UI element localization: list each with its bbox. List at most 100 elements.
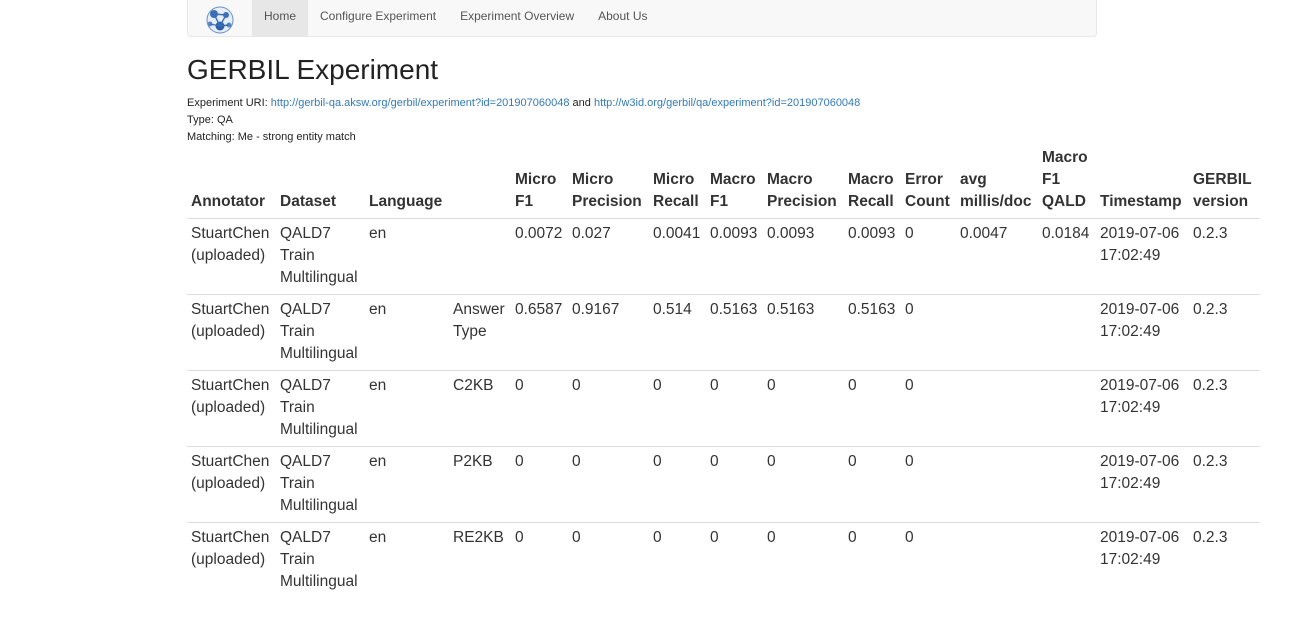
- table-cell: 2019-07-06 17:02:49: [1096, 370, 1189, 447]
- table-cell: en: [369, 529, 387, 546]
- column-header: Language: [365, 145, 449, 219]
- table-cell: 0: [568, 370, 649, 447]
- table-cell: en: [365, 370, 449, 447]
- table-cell: 0: [568, 446, 649, 523]
- table-cell: 0.0072: [511, 218, 568, 295]
- experiment-uri-line: Experiment URI: http://gerbil-qa.aksw.or…: [187, 95, 1262, 112]
- table-cell: StuartChen (uploaded): [187, 218, 276, 295]
- nav-item-about-us[interactable]: About Us: [586, 0, 659, 36]
- table-cell: 2019-07-06 17:02:49: [1096, 446, 1189, 523]
- table-cell: en: [365, 218, 449, 295]
- table-cell: [1038, 446, 1096, 523]
- table-cell: 0.027: [568, 218, 649, 295]
- table-cell: en: [365, 446, 449, 523]
- table-cell: [449, 218, 511, 295]
- table-cell: 0: [763, 446, 844, 523]
- experiment-uri-link-1[interactable]: http://gerbil-qa.aksw.org/gerbil/experim…: [271, 97, 570, 109]
- column-header: Dataset: [276, 145, 365, 219]
- table-cell: QALD7 Train Multilingual: [276, 446, 365, 523]
- table-cell: QALD7 Train Multilingual: [276, 294, 365, 371]
- table-cell: 0.6587: [511, 294, 568, 371]
- table-cell: 0.2.3: [1189, 446, 1260, 523]
- table-cell: [956, 523, 1038, 599]
- table-cell: 0: [649, 370, 706, 447]
- column-header: Macro Recall: [844, 145, 901, 219]
- table-cell: Answer Type: [449, 294, 511, 371]
- table-cell: [1038, 370, 1096, 447]
- table-cell: 0.0041: [649, 218, 706, 295]
- table-cell: 0: [653, 529, 662, 546]
- table-cell: 0.2.3: [1189, 370, 1260, 447]
- experiment-uri-link-2[interactable]: http://w3id.org/gerbil/qa/experiment?id=…: [594, 97, 860, 109]
- table-cell: 0.0093: [763, 218, 844, 295]
- table-cell: C2KB: [449, 370, 511, 447]
- column-header: avg millis/doc: [956, 145, 1038, 219]
- table-cell: 0.2.3: [1189, 218, 1260, 295]
- table-cell: 0.0093: [706, 218, 763, 295]
- table-cell: 0.0093: [844, 218, 901, 295]
- table-cell: [1038, 294, 1096, 371]
- table-cell: StuartChen (uploaded): [187, 370, 276, 447]
- table-cell: StuartChen (uploaded): [191, 529, 270, 568]
- table-cell: 0: [844, 370, 901, 447]
- table-cell: QALD7 Train Multilingual: [280, 529, 358, 590]
- nav-item-home[interactable]: Home: [252, 0, 309, 36]
- table-cell: [956, 370, 1038, 447]
- table-cell: 0.2.3: [1189, 294, 1260, 371]
- experiment-type: Type: QA: [187, 114, 233, 126]
- table-cell: 0: [901, 218, 956, 295]
- experiment-meta: Experiment URI: http://gerbil-qa.aksw.or…: [187, 95, 1262, 146]
- nav-item-configure-experiment[interactable]: Configure Experiment: [308, 0, 448, 36]
- table-cell: 0: [763, 370, 844, 447]
- table-cell: QALD7 Train Multilingual: [276, 370, 365, 447]
- table-cell: 0.9167: [568, 294, 649, 371]
- table-cell: 0: [649, 446, 706, 523]
- nav-item-experiment-overview[interactable]: Experiment Overview: [448, 0, 586, 36]
- column-header: Macro Precision: [763, 145, 844, 219]
- table-cell: 0.0184: [1038, 218, 1096, 295]
- table-cell: [1038, 523, 1096, 599]
- column-header: Micro F1: [511, 145, 568, 219]
- table-cell: 0.0047: [956, 218, 1038, 295]
- navbar: Home Configure Experiment Experiment Overv…: [187, 0, 1097, 37]
- table-cell: 0: [511, 370, 568, 447]
- table-cell: 0.2.3: [1193, 529, 1228, 546]
- results-table: Annotator Dataset Language Micro F1 Micro Pr…: [187, 145, 1260, 598]
- table-cell: QALD7 Train Multilingual: [276, 218, 365, 295]
- table-cell: 0: [901, 446, 956, 523]
- uri-label: Experiment URI:: [187, 97, 271, 109]
- table-cell: 2019-07-06 17:02:49: [1096, 218, 1189, 295]
- table-row: StuartChen (uploaded) QALD7 Train Multili…: [187, 370, 1260, 447]
- table-cell: StuartChen (uploaded): [187, 446, 276, 523]
- table-body: StuartChen (uploaded) QALD7 Train Multili…: [187, 218, 1260, 599]
- column-header: Annotator: [187, 145, 276, 219]
- table-cell: 2019-07-06 17:02:49: [1096, 294, 1189, 371]
- table-cell: en: [365, 294, 449, 371]
- table-cell: 0: [511, 446, 568, 523]
- table-row: StuartChen (uploaded) QALD7 Train Multili…: [187, 523, 1260, 599]
- table-row: StuartChen (uploaded) QALD7 Train Multili…: [187, 446, 1260, 523]
- column-header: Macro F1 QALD: [1038, 145, 1096, 219]
- page-container: Home Configure Experiment Experiment Overv…: [187, 0, 1262, 590]
- table-cell: RE2KB: [453, 529, 504, 546]
- table-cell: 0: [844, 446, 901, 523]
- table-cell: 0: [515, 529, 524, 546]
- table-cell: 0: [901, 294, 956, 371]
- table-cell: 0: [848, 529, 857, 546]
- page-title: GERBIL Experiment: [187, 54, 439, 85]
- gerbil-logo-icon[interactable]: [200, 0, 240, 37]
- uri-join: and: [569, 97, 594, 109]
- table-cell: 0.514: [649, 294, 706, 371]
- table-cell: 0.5163: [844, 294, 901, 371]
- experiment-matching: Matching: Me - strong entity match: [187, 131, 356, 143]
- table-header-row: Annotator Dataset Language Micro F1 Micro Pr…: [187, 145, 1260, 219]
- table-cell: 0: [767, 529, 776, 546]
- main-nav: Home Configure Experiment Experiment Overv…: [252, 0, 659, 36]
- table-cell: 0: [710, 529, 719, 546]
- table-cell: [956, 446, 1038, 523]
- table-cell: StuartChen (uploaded): [187, 294, 276, 371]
- column-header: Macro F1: [706, 145, 763, 219]
- column-header: [449, 145, 511, 219]
- column-header: Micro Recall: [649, 145, 706, 219]
- table-row: StuartChen (uploaded) QALD7 Train Multili…: [187, 294, 1260, 371]
